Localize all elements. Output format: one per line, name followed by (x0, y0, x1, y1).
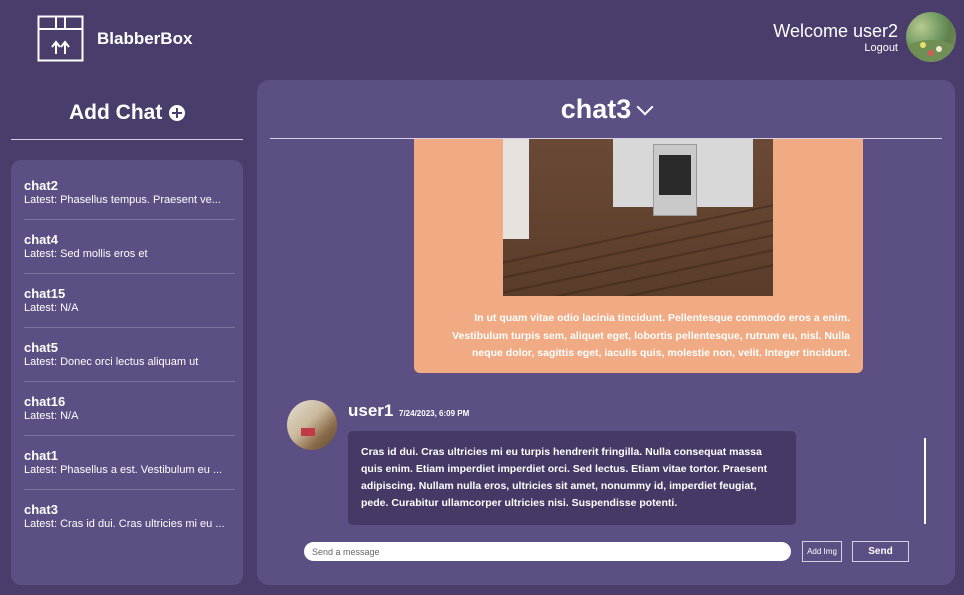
chat-title-text: chat3 (560, 94, 632, 124)
chat-latest: Latest: Sed mollis eros et (24, 248, 148, 260)
chat-name: chat2 (24, 178, 58, 193)
message-timestamp: 7/24/2023, 6:09 PM (399, 409, 470, 418)
chat-name: chat16 (24, 394, 66, 409)
top-bar: BlabberBox Welcome user2 Logout (0, 0, 964, 78)
app-brand: BlabberBox (97, 29, 193, 48)
chat-list-item[interactable]: chat15 Latest: N/A (24, 274, 235, 328)
add-chat-label: Add Chat (69, 101, 163, 124)
chat-name: chat3 (24, 502, 58, 517)
chat-list-item[interactable]: chat2 Latest: Phasellus tempus. Praesent… (24, 166, 235, 220)
chat-list-item[interactable]: chat16 Latest: N/A (24, 382, 235, 436)
message-author: user1 (348, 401, 394, 420)
box-upload-icon[interactable] (37, 15, 84, 62)
chat-list-item[interactable]: chat1 Latest: Phasellus a est. Vestibulu… (24, 436, 235, 490)
chat-latest: Latest: N/A (24, 302, 79, 314)
chat-name: chat4 (24, 232, 58, 247)
chat-list-item[interactable]: chat5 Latest: Donec orci lectus aliquam … (24, 328, 235, 382)
logout-link[interactable]: Logout (864, 42, 898, 54)
chat-title: chat3 (257, 94, 955, 125)
add-image-button[interactable]: Add Img (802, 541, 842, 562)
message-image[interactable] (503, 139, 773, 296)
chat-latest: Latest: Phasellus tempus. Praesent ve... (24, 194, 221, 206)
chat-list-item[interactable]: chat3 Latest: Cras id dui. Cras ultricie… (24, 490, 235, 544)
oven-graphic (653, 144, 697, 216)
chat-name: chat15 (24, 286, 66, 301)
message-input[interactable] (304, 542, 791, 561)
chat-latest: Latest: Cras id dui. Cras ultricies mi e… (24, 518, 225, 530)
plus-circle-icon (169, 105, 186, 121)
message-bubble: Cras id dui. Cras ultricies mi eu turpis… (348, 431, 796, 525)
chat-latest: Latest: N/A (24, 410, 79, 422)
chat-name: chat5 (24, 340, 58, 355)
welcome-text: Welcome user2 (773, 21, 898, 41)
sidebar-divider (11, 139, 243, 140)
messages-scrollbar[interactable] (924, 438, 926, 524)
chat-list: chat2 Latest: Phasellus tempus. Praesent… (11, 160, 243, 585)
add-chat-button[interactable]: Add Chat (69, 101, 186, 125)
chat-panel: chat3 In ut quam vitae odio lacinia tinc… (257, 80, 955, 585)
chevron-down-icon[interactable] (636, 98, 654, 115)
image-message-text: In ut quam vitae odio lacinia tincidunt.… (452, 312, 850, 359)
image-message-card: In ut quam vitae odio lacinia tincidunt.… (414, 139, 863, 373)
send-button[interactable]: Send (852, 541, 909, 562)
user-avatar[interactable] (906, 12, 956, 62)
chat-list-item[interactable]: chat4 Latest: Sed mollis eros et (24, 220, 235, 274)
chat-name: chat1 (24, 448, 58, 463)
author-avatar[interactable] (287, 400, 337, 450)
chat-latest: Latest: Donec orci lectus aliquam ut (24, 356, 199, 368)
chat-latest: Latest: Phasellus a est. Vestibulum eu .… (24, 464, 223, 476)
